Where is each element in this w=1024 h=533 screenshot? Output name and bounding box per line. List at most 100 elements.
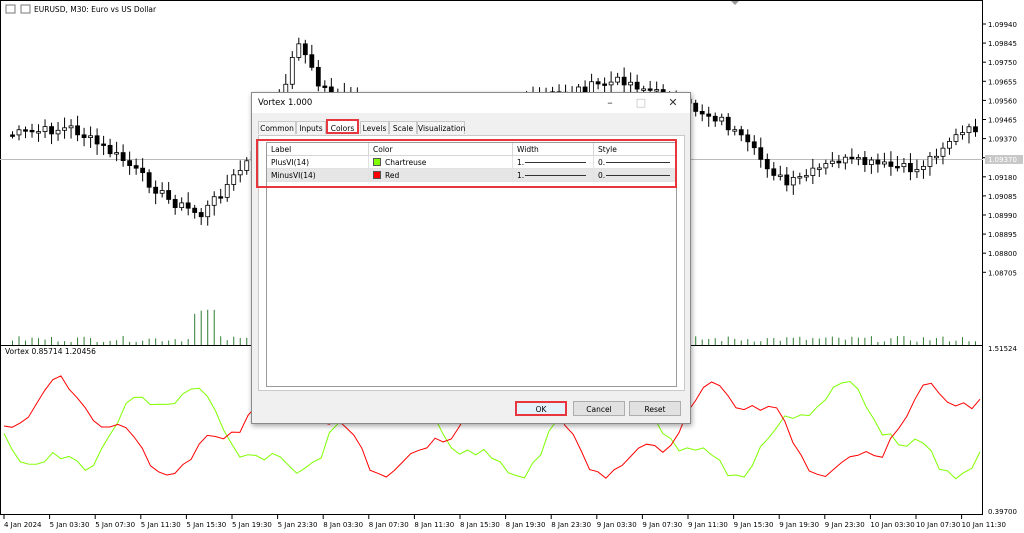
table-row[interactable]: PlusVI(14) Chartreuse 1. 0. [267,156,676,169]
candle-body [628,81,634,86]
candle-body [62,127,67,131]
candle-body [725,116,731,131]
candle-body [302,43,308,56]
maximize-icon[interactable]: □ [630,95,652,111]
time-tick-label: 9 Jan 03:30 [597,521,637,529]
time-tick-label: 8 Jan 15:30 [460,521,500,529]
color-picker[interactable]: Red [369,169,513,182]
candle-body [927,155,933,167]
column-style[interactable]: Style [594,143,676,156]
time-tick-label: 9 Jan 07:30 [642,521,682,529]
collapse-arrow-icon[interactable] [731,1,739,5]
reset-button[interactable]: Reset [629,401,681,416]
price-tick-label: 1.09940 [988,21,1017,29]
color-swatch [373,171,381,179]
price-tick-label: 1.09180 [988,174,1017,182]
dialog-titlebar[interactable]: Vortex 1.000 – □ ✕ [252,93,690,113]
tab-common[interactable]: Common [258,121,296,134]
tab-colors[interactable]: Colors [326,119,359,134]
time-tick-label: 10 Jan 07:30 [916,521,960,529]
candle-body [166,190,172,200]
minimize-icon[interactable]: – [599,95,621,111]
table-row[interactable]: MinusVI(14) Red 1. 0. [267,169,676,182]
price-tick-label: 1.09370 [988,136,1017,144]
cancel-button[interactable]: Cancel [573,401,625,416]
price-tick-label: 1.09845 [988,40,1017,48]
color-name: Chartreuse [385,158,427,167]
style-select[interactable]: 0. [594,156,676,169]
color-picker[interactable]: Chartreuse [369,156,513,169]
colors-panel: Label Color Width Style PlusVI(14) Chart… [258,135,685,391]
candle-body [641,88,647,91]
time-tick-label: 4 Jan 2024 [4,521,42,529]
candle-body [647,88,653,91]
column-label[interactable]: Label [267,143,369,156]
candle-body [621,76,627,86]
close-icon[interactable]: ✕ [662,95,684,111]
style-line-preview [606,175,670,176]
candle-body [699,111,705,115]
candle-body [706,113,712,117]
candle-body [745,134,751,143]
style-select[interactable]: 0. [594,169,676,182]
tab-scale[interactable]: Scale [389,121,417,134]
time-tick-label: 9 Jan 23:30 [825,521,865,529]
chart-window-icon[interactable] [20,4,31,14]
candle-body [589,81,594,93]
price-tick-label: 1.08800 [988,250,1017,258]
price-tick-label: 1.09465 [988,117,1017,125]
price-tick-label: 1.09560 [988,97,1017,105]
width-select[interactable]: 1. [513,156,594,169]
candle-body [55,129,61,135]
candle-body [868,159,874,165]
column-color[interactable]: Color [369,143,513,156]
time-tick-label: 9 Jan 19:30 [779,521,819,529]
tab-levels[interactable]: Levels [360,121,389,134]
column-width[interactable]: Width [513,143,594,156]
candle-body [751,141,757,149]
tab-inputs[interactable]: Inputs [296,121,326,134]
candle-body [732,129,738,132]
candle-body [75,125,80,136]
price-tick-label: 1.08990 [988,212,1017,220]
candle-body [615,76,621,83]
candle-body [296,43,302,58]
candle-body [36,131,41,134]
chart-window-icon[interactable] [5,4,16,14]
candle-body [68,125,74,129]
tab-visualization[interactable]: Visualization [417,121,465,134]
candle-body [140,167,146,174]
candle-body [49,126,54,135]
candle-body [172,199,178,208]
style-value: 0. [598,158,606,167]
price-tick-label: 1.09655 [988,78,1017,86]
candle-body [921,165,926,170]
time-tick-label: 8 Jan 19:30 [506,521,546,529]
time-tick-label: 9 Jan 15:30 [734,521,774,529]
candle-body [94,135,100,145]
time-tick-label: 5 Jan 07:30 [95,521,135,529]
symbol-label: EURUSD, M30: Euro vs US Dollar [34,5,157,14]
candle-body [829,160,835,164]
grid-header: Label Color Width Style [267,143,676,156]
candle-body [947,140,952,149]
indicator-axis-top: 1.51524 [988,345,1017,353]
price-tick-label: 1.09085 [988,193,1017,201]
candle-body [107,144,113,155]
candle-body [146,172,152,188]
candle-body [953,134,959,142]
dialog-title: Vortex 1.000 [258,98,313,108]
indicator-axis-bottom: 0.39700 [988,508,1017,516]
candle-body [595,81,601,85]
width-select[interactable]: 1. [513,169,594,182]
candle-body [758,147,764,160]
candle-body [654,89,660,92]
time-tick-label: 8 Jan 07:30 [369,521,409,529]
candle-body [16,129,22,136]
candle-body [231,174,237,185]
candle-body [790,176,796,186]
candle-body [784,174,790,186]
candle-body [901,163,907,168]
candle-body [114,152,120,155]
ok-button[interactable]: OK [515,401,567,416]
